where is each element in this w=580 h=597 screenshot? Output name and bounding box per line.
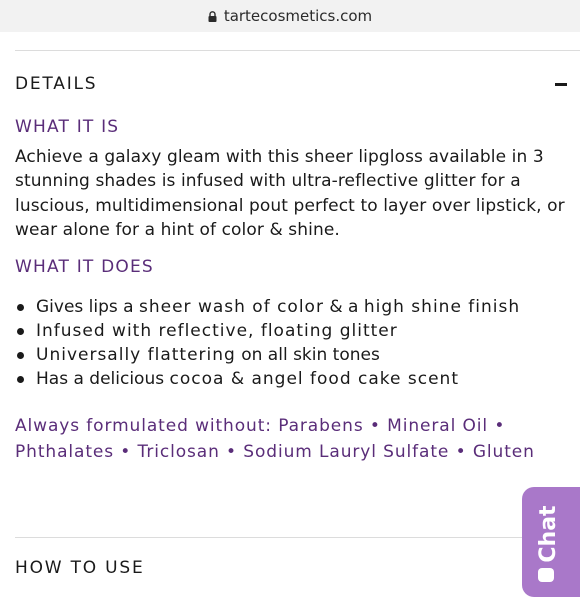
url-text: tartecosmetics.com [223, 7, 373, 25]
what-it-does-heading: WHAT IT DOES [15, 257, 154, 277]
what-it-is-heading: WHAT IT IS [15, 117, 120, 137]
lock-icon [208, 10, 217, 22]
list-item: Gives lips a sheer wash of color & a hig… [15, 295, 520, 319]
list-item: Universally flattering on all skin tones [15, 343, 520, 367]
divider [15, 537, 580, 538]
divider [15, 50, 580, 51]
benefits-list: Gives lips a sheer wash of color & a hig… [15, 295, 520, 391]
product-description: Achieve a galaxy gleam with this sheer l… [15, 147, 565, 240]
formulated-without-note: Always formulated without: Parabens • Mi… [15, 416, 535, 462]
how-to-use-heading[interactable]: HOW TO USE [15, 558, 145, 578]
minus-icon[interactable] [555, 83, 567, 86]
browser-address-bar[interactable]: tartecosmetics.com [0, 0, 580, 32]
chat-label[interactable]: Chat [536, 494, 562, 574]
details-heading[interactable]: DETAILS [15, 74, 97, 94]
list-item: Infused with reflective, floating glitte… [15, 319, 520, 343]
list-item: Has a delicious cocoa & angel food cake … [15, 367, 520, 391]
